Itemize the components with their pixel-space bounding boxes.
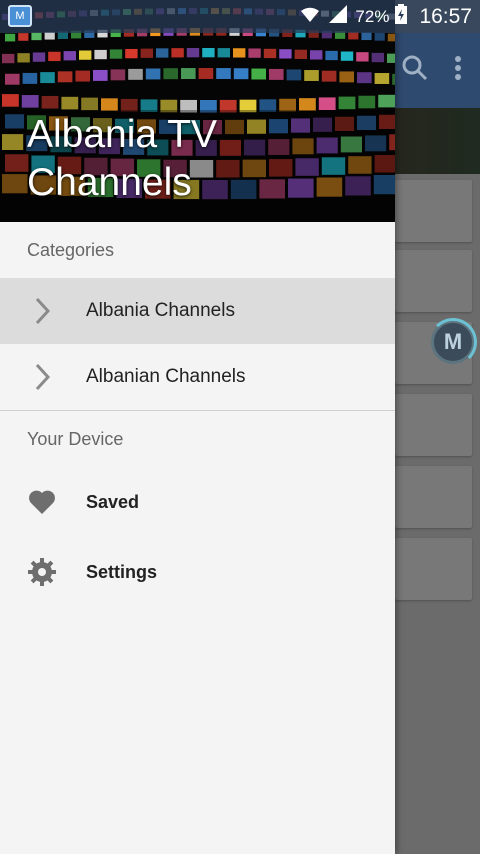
background-card bbox=[395, 180, 472, 242]
category-item-label: Albanian Channels bbox=[86, 366, 246, 387]
category-item-albanian-channels[interactable]: Albanian Channels bbox=[0, 344, 395, 410]
category-item-label: Albania Channels bbox=[86, 300, 235, 321]
chevron-right-icon bbox=[27, 296, 57, 326]
background-card bbox=[395, 250, 472, 312]
drawer-title: Albania TV Channels bbox=[27, 113, 218, 204]
categories-section-label: Categories bbox=[27, 239, 115, 260]
drawer-header: Albania TV Channels bbox=[0, 0, 395, 222]
device-section-label: Your Device bbox=[27, 428, 124, 449]
wifi-icon bbox=[299, 4, 321, 29]
gear-icon bbox=[27, 557, 57, 587]
heart-icon bbox=[27, 487, 57, 517]
navigation-drawer: Albania TV Channels Categories Albania C… bbox=[0, 0, 395, 854]
battery-icon bbox=[395, 4, 408, 29]
clock: 16:57 bbox=[419, 4, 472, 28]
floating-m-button[interactable]: M bbox=[429, 318, 477, 366]
background-card bbox=[395, 394, 472, 456]
saved-label: Saved bbox=[86, 491, 140, 512]
background-card bbox=[395, 466, 472, 528]
settings-label: Settings bbox=[86, 561, 158, 582]
notification-app-icon: M bbox=[8, 5, 32, 27]
category-item-albania-channels[interactable]: Albania Channels bbox=[0, 278, 395, 344]
settings-item[interactable]: Settings bbox=[0, 537, 395, 607]
status-bar: M 72% 16:57 bbox=[0, 0, 480, 33]
chevron-right-icon bbox=[27, 362, 57, 392]
overflow-menu-icon[interactable] bbox=[454, 55, 462, 86]
saved-item[interactable]: Saved bbox=[0, 467, 395, 537]
signal-icon bbox=[327, 4, 349, 29]
background-card bbox=[395, 538, 472, 600]
search-icon[interactable] bbox=[402, 55, 428, 86]
battery-level: 72% bbox=[355, 6, 390, 26]
